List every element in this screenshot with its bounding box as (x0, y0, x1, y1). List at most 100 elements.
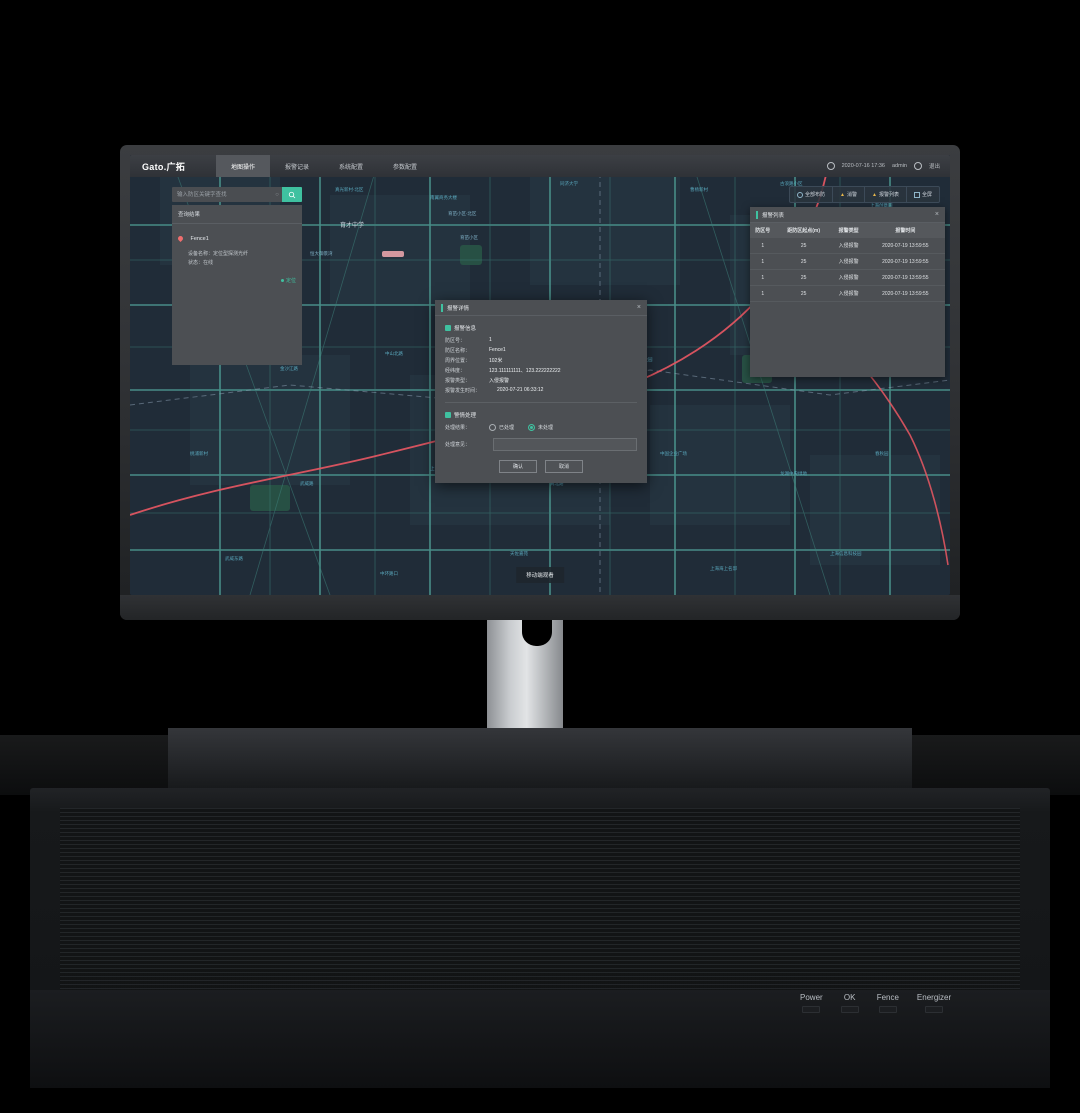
cell-distance: 25 (775, 238, 832, 254)
result-label: 处理结果： (445, 425, 471, 431)
cell-alarm-time: 2020-07-19 13:59:55 (865, 238, 945, 254)
search-bar: ○ (172, 187, 302, 202)
accent-bar (756, 210, 758, 219)
handle-icon (445, 412, 451, 418)
alarm-info-title: 报警信息 (454, 326, 477, 332)
result-status-line: 状态：在线 (178, 257, 296, 266)
radio-circle-icon (489, 424, 496, 431)
field-value: 2020-07-21 06:33:12 (497, 387, 544, 393)
table-row[interactable]: 1 25 入侵报警 2020-07-19 13:59:55 (750, 238, 945, 254)
divider (445, 402, 637, 403)
field-perimeter-position: 周界位置： 102米 (445, 357, 637, 364)
clear-alarm-button[interactable]: ▲ 消警 (833, 187, 866, 202)
logout-button[interactable]: 退出 (929, 162, 940, 170)
search-button[interactable] (282, 187, 302, 202)
clear-circle-icon[interactable]: ○ (272, 187, 282, 202)
led-ok-lamp (840, 1006, 859, 1013)
cancel-button[interactable]: 取消 (545, 460, 583, 473)
svg-text:育苗小区: 育苗小区 (460, 234, 478, 241)
radio-unhandled[interactable]: 未处理 (528, 424, 553, 431)
power-icon[interactable] (913, 162, 922, 170)
magnifier-icon (288, 191, 296, 198)
column-alarm-time: 报警时间 (865, 223, 945, 238)
close-icon[interactable]: × (935, 211, 939, 218)
svg-text:恒大御景湾: 恒大御景湾 (310, 250, 333, 257)
svg-text:真光新村·北区: 真光新村·北区 (335, 186, 364, 193)
confirm-button[interactable]: 确认 (499, 460, 537, 473)
mobile-view-button[interactable]: 移动端观看 (516, 567, 564, 583)
field-coordinates: 经纬度： 123.111111111、123.222222222 (445, 367, 637, 374)
close-icon[interactable]: × (637, 304, 641, 311)
table-row[interactable]: 1 25 入侵报警 2020-07-19 13:59:55 (750, 285, 945, 302)
handle-comment-row: 处理意见： (445, 438, 637, 451)
result-device-line: 设备名称：定位型探测光纤 (178, 248, 296, 257)
alarm-table: 防区号 距防区起点(m) 报警类型 报警时间 1 25 入侵报警 2020-07… (750, 223, 945, 302)
tab-parameter-config[interactable]: 参数配置 (378, 155, 432, 177)
column-zone-no: 防区号 (750, 223, 776, 238)
field-label: 周界位置： (445, 358, 471, 364)
svg-text:育才中学: 育才中学 (340, 221, 364, 229)
svg-text:曹杨新村: 曹杨新村 (690, 186, 708, 193)
table-row[interactable]: 1 25 入侵报警 2020-07-19 13:59:55 (750, 253, 945, 270)
accent-bar (441, 303, 443, 312)
cell-distance: 25 (775, 253, 832, 270)
search-results-title: 查询结果 (172, 205, 302, 224)
svg-text:同济大学: 同济大学 (560, 180, 578, 187)
header-datetime: 2020-07-16 17:36 (841, 163, 885, 169)
app-logo: Gato.广拓 (142, 161, 186, 172)
search-input[interactable] (172, 187, 272, 202)
svg-text:天佐嘉苑: 天佐嘉苑 (510, 550, 528, 557)
field-value: 123.111111111、123.222222222 (489, 368, 561, 374)
led-energizer-lamp (925, 1006, 944, 1013)
comment-label: 处理意见： (445, 442, 471, 448)
svg-text:桃浦新村: 桃浦新村 (190, 450, 208, 457)
field-value: 入侵报警 (489, 378, 510, 384)
tab-system-config[interactable]: 系统配置 (324, 155, 378, 177)
field-label: 报警发生时间： (445, 388, 481, 394)
tab-map-operations[interactable]: 地图操作 (216, 155, 270, 177)
svg-text:龙湖中央绿地: 龙湖中央绿地 (780, 470, 807, 477)
result-device-label: 设备名称： (188, 251, 214, 257)
led-fence-label: Fence (876, 993, 899, 1002)
fullscreen-button[interactable]: 全屏 (907, 187, 939, 202)
cell-zone-no: 1 (750, 285, 776, 302)
dialog-actions: 确认 取消 (445, 460, 637, 473)
chassis-vent-grill (60, 808, 1020, 994)
field-zone-name: 防区名称： Fence1 (445, 347, 637, 354)
svg-text:育苗小区·北区: 育苗小区·北区 (448, 210, 477, 217)
arm-all-button[interactable]: 全部布防 (790, 187, 834, 202)
alarm-detail-dialog: 报警详情 × 报警信息 防区号： 1 防区名称： Fence1 周界位置： 10… (435, 300, 647, 483)
led-fence: Fence (877, 993, 899, 1013)
comment-input[interactable] (493, 438, 637, 451)
svg-text:上海信息科技园: 上海信息科技园 (830, 550, 862, 557)
led-energizer-label: Energizer (916, 993, 952, 1002)
alarm-list-button[interactable]: ▲ 报警列表 (865, 187, 907, 202)
cell-alarm-type: 入侵报警 (831, 253, 866, 270)
scene: 大渡河路 真光新村·北区 南翼商务大楼 同济大学 曹杨新村 古浪路小区 上海创意… (0, 0, 1080, 1113)
radio-handled[interactable]: 已处理 (489, 424, 514, 431)
field-alarm-time: 报警发生时间： 2020-07-21 06:33:12 (445, 387, 637, 394)
tab-alarm-records[interactable]: 报警记录 (270, 155, 324, 177)
list-item[interactable]: Fence1 设备名称：定位型探测光纤 状态：在线 定位 (172, 224, 302, 284)
cell-zone-no: 1 (750, 253, 776, 270)
header-username: admin (892, 163, 907, 169)
cell-zone-no: 1 (750, 238, 776, 254)
field-label: 防区号： (445, 338, 466, 344)
fullscreen-icon (913, 191, 920, 198)
cell-zone-no: 1 (750, 269, 776, 286)
alarm-handle-title: 警情处理 (454, 413, 477, 419)
radio-unhandled-label: 未处理 (538, 425, 554, 431)
field-value: 102米 (489, 358, 503, 364)
result-name: Fence1 (190, 235, 209, 242)
field-alarm-type: 报警类型： 入侵报警 (445, 377, 637, 384)
alarm-list-header: 报警列表 × (750, 207, 945, 223)
info-icon (445, 325, 451, 331)
handle-result-row: 处理结果： 已处理 未处理 (445, 424, 637, 431)
svg-text:中国企业广场: 中国企业广场 (660, 450, 687, 457)
table-row[interactable]: 1 25 入侵报警 2020-07-19 13:59:55 (750, 269, 945, 286)
map-pin-icon (176, 235, 185, 243)
clock-icon (826, 162, 835, 170)
monitor-bezel: 大渡河路 真光新村·北区 南翼商务大楼 同济大学 曹杨新村 古浪路小区 上海创意… (120, 145, 960, 620)
field-label: 防区名称： (445, 348, 471, 354)
locate-link[interactable]: 定位 (281, 277, 296, 284)
